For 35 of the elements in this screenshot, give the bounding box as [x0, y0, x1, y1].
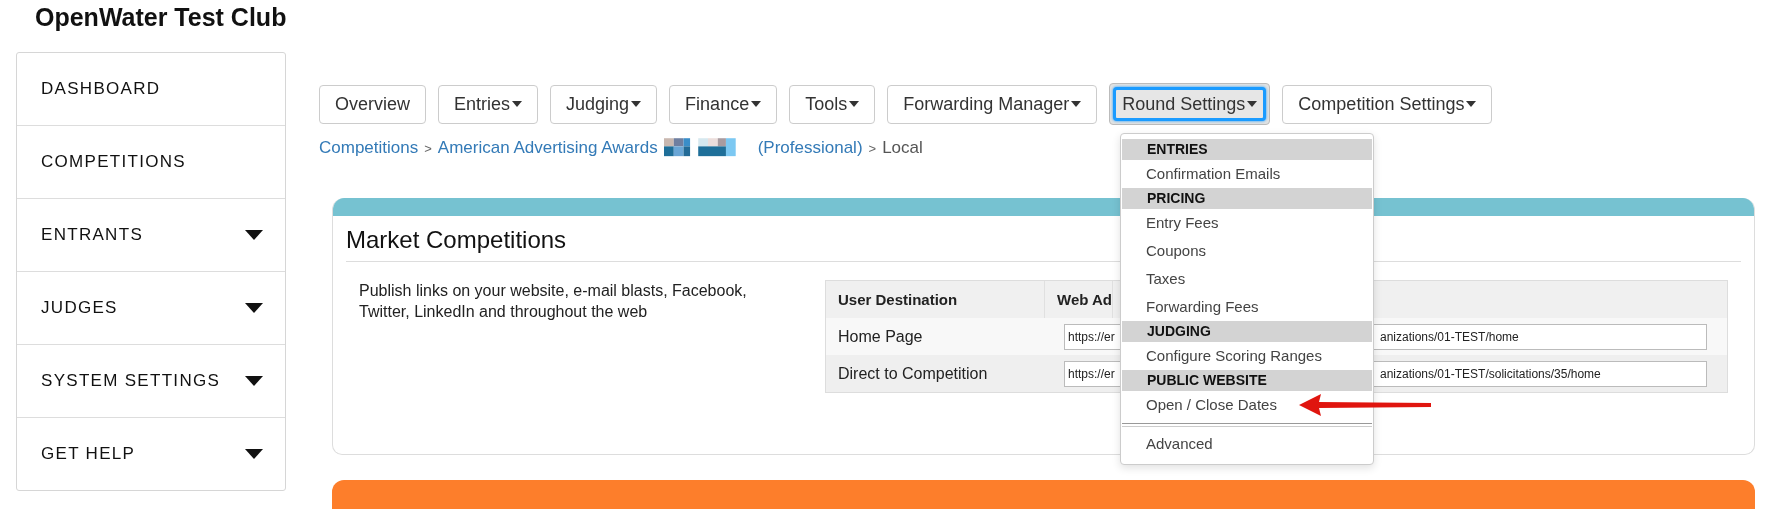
nav-button[interactable]: Judging	[550, 84, 658, 124]
sidebar-item[interactable]: ENTRANTS	[17, 198, 285, 271]
menu-item[interactable]: Forwarding Fees	[1121, 293, 1267, 321]
menu-item[interactable]: Taxes	[1121, 265, 1194, 293]
nav-button[interactable]: Round Settings	[1113, 87, 1267, 121]
sidebar-item[interactable]: GET HELP	[17, 417, 285, 490]
menu-item[interactable]: Open / Close Dates	[1121, 391, 1285, 419]
menu-section-header: PUBLIC WEBSITE	[1122, 370, 1372, 391]
breadcrumb-link[interactable]: Competitions	[319, 138, 419, 158]
breadcrumb-separator: >	[868, 140, 877, 156]
breadcrumb-link[interactable]: (Professional)	[757, 138, 863, 158]
table-cell-text: Home Page	[837, 327, 924, 346]
table-cell-text: Direct to Competition	[837, 364, 989, 383]
description-text: Publish links on your website, e-mail blasts, Facebook, Twitter, LinkedIn and throughout the web	[359, 281, 748, 322]
nav-button[interactable]: Tools	[789, 84, 876, 124]
nav-button[interactable]: Entries	[438, 84, 539, 124]
sidebar-item[interactable]: COMPETITIONS	[17, 125, 285, 198]
menu-section-header: ENTRIES	[1122, 139, 1372, 160]
menu-item[interactable]: Advanced	[1121, 430, 1221, 458]
menu-item[interactable]: Coupons	[1121, 237, 1215, 265]
nav-button[interactable]: Overview	[319, 84, 426, 124]
nav-button[interactable]: Forwarding Manager	[887, 84, 1098, 124]
sidebar-item[interactable]: DASHBOARD	[17, 53, 285, 125]
sidebar-item[interactable]: SYSTEM SETTINGS	[17, 344, 285, 417]
menu-item[interactable]: Confirmation Emails	[1121, 160, 1289, 188]
menu-item[interactable]: Entry Fees	[1121, 209, 1227, 237]
breadcrumb-link[interactable]: American Advertising Awards	[437, 138, 658, 158]
nav-button[interactable]: Competition Settings	[1282, 84, 1493, 124]
nav-button[interactable]: Finance	[669, 84, 778, 124]
sidebar-item[interactable]: JUDGES	[17, 271, 285, 344]
menu-section-header: PRICING	[1122, 188, 1372, 209]
menu-section-header: JUDGING	[1122, 321, 1372, 342]
site-title: OpenWater Test Club	[34, 2, 288, 33]
breadcrumb-current: Local	[882, 138, 923, 158]
breadcrumb-separator: >	[424, 140, 432, 156]
